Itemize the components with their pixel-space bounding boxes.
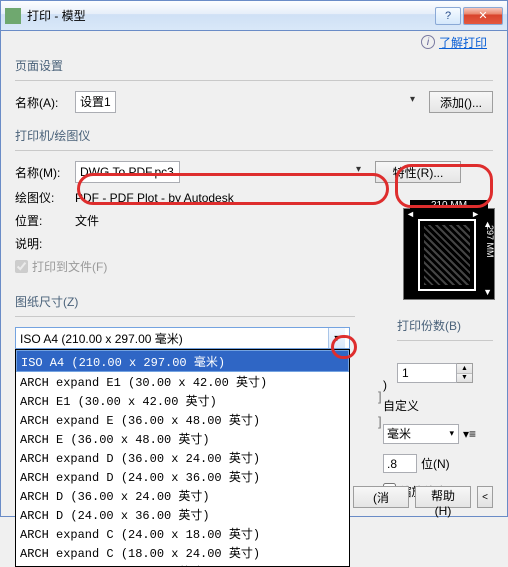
scale-value-input[interactable] xyxy=(383,454,417,473)
preview-height-label: 297 MM xyxy=(485,225,495,258)
add-pagesetup-button[interactable]: 添加()... xyxy=(429,91,493,113)
info-icon: i xyxy=(421,35,435,49)
paper-size-option[interactable]: ISO A4 (210.00 x 297.00 毫米) xyxy=(16,350,349,372)
custom-label: 自定义 xyxy=(383,397,493,414)
window-title: 打印 - 模型 xyxy=(27,7,433,24)
paper-size-combo[interactable]: ISO A4 (210.00 x 297.00 毫米) ▼ ISO A4 (21… xyxy=(15,327,350,349)
cancel-button[interactable]: (消 xyxy=(353,486,409,508)
printer-properties-button[interactable]: 特性(R)... xyxy=(375,161,461,183)
paper-size-option[interactable]: ARCH expand D (24.00 x 36.00 英寸) xyxy=(16,467,349,486)
page-setup-title: 页面设置 xyxy=(15,57,493,74)
plotter-label: 绘图仪: xyxy=(15,189,75,206)
expand-chevron-button[interactable]: < xyxy=(477,486,493,508)
titlebar: 打印 - 模型 ? ✕ xyxy=(1,1,507,31)
paper-preview: 210 MM 297 MM ◄ ► ▲ ▼ xyxy=(403,208,495,300)
unit-select[interactable]: 毫米 xyxy=(383,424,459,444)
help-footer-button[interactable]: 帮助(H) xyxy=(415,486,471,508)
app-icon xyxy=(5,8,21,24)
paper-size-option[interactable]: ARCH D (36.00 x 24.00 英寸) xyxy=(16,486,349,505)
printer-name-select[interactable]: DWG To PDF.pc3 xyxy=(75,161,180,183)
description-label: 说明: xyxy=(15,235,75,252)
print-dialog: 打印 - 模型 ? ✕ i 了解打印 页面设置 名称(A): 设置1 添加().… xyxy=(0,0,508,517)
unit-suffix: 位(N) xyxy=(421,455,450,472)
paper-size-option[interactable]: ARCH D (24.00 x 36.00 英寸) xyxy=(16,505,349,524)
location-value: 文件 xyxy=(75,212,99,229)
plotter-value: PDF - PDF Plot - by Autodesk xyxy=(75,191,234,205)
close-button[interactable]: ✕ xyxy=(463,7,503,25)
help-button[interactable]: ? xyxy=(435,7,461,25)
copies-title: 打印份数(B) xyxy=(397,317,493,334)
pagesetup-name-label: 名称(A): xyxy=(15,94,75,111)
print-to-file-checkbox xyxy=(15,260,28,273)
equals-icon: ▾≡ xyxy=(463,427,476,441)
paper-size-option[interactable]: ARCH expand C (24.00 x 18.00 英寸) xyxy=(16,524,349,543)
print-to-file-label: 打印到文件(F) xyxy=(32,258,107,275)
right-frag1: ) xyxy=(383,378,387,392)
paper-size-option[interactable]: ARCH C (24.00 x 18.00 英寸) xyxy=(16,562,349,567)
printer-name-label: 名称(M): xyxy=(15,164,75,181)
top-link-row: i 了解打印 xyxy=(1,31,507,53)
learn-print-link[interactable]: 了解打印 xyxy=(439,34,487,51)
paper-size-option[interactable]: ARCH expand D (36.00 x 24.00 英寸) xyxy=(16,448,349,467)
printer-title: 打印机/绘图仪 xyxy=(15,127,493,144)
paper-size-option[interactable]: ARCH expand E1 (30.00 x 42.00 英寸) xyxy=(16,372,349,391)
chevron-down-icon[interactable]: ▼ xyxy=(328,328,345,348)
paper-size-option[interactable]: ARCH expand E (36.00 x 48.00 英寸) xyxy=(16,410,349,429)
location-label: 位置: xyxy=(15,212,75,229)
paper-size-selected: ISO A4 (210.00 x 297.00 毫米) xyxy=(20,330,328,347)
paper-size-option[interactable]: ARCH expand C (18.00 x 24.00 英寸) xyxy=(16,543,349,562)
paper-size-option[interactable]: ARCH E (36.00 x 48.00 英寸) xyxy=(16,429,349,448)
bracket-frag-1: ] xyxy=(378,389,382,404)
bracket-frag-2: ] xyxy=(378,414,382,429)
pagesetup-name-select[interactable]: 设置1 xyxy=(75,91,116,113)
paper-size-option[interactable]: ARCH E1 (30.00 x 42.00 英寸) xyxy=(16,391,349,410)
paper-size-dropdown-list[interactable]: ISO A4 (210.00 x 297.00 毫米)ARCH expand E… xyxy=(15,349,350,567)
